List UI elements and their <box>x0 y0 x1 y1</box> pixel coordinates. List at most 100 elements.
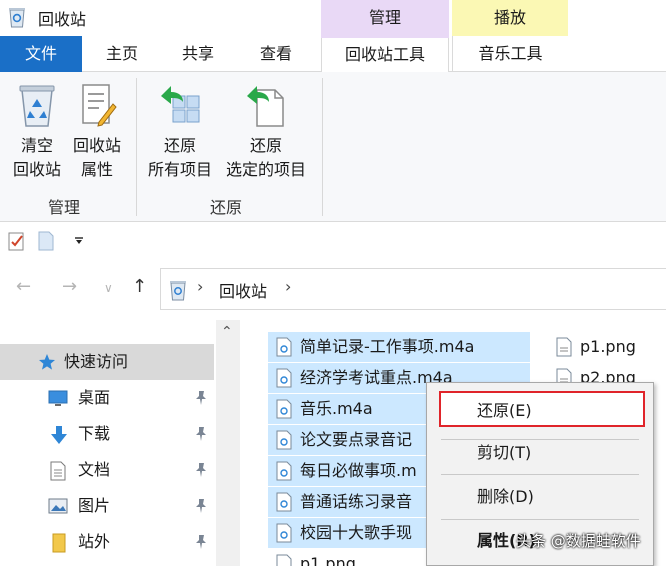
nav-item-desktop[interactable]: 桌面 <box>0 380 214 416</box>
audio-file-icon <box>276 461 292 481</box>
navigation-bar: ← → ∨ ↑ › 回收站 › <box>0 262 666 316</box>
chevron-down-icon[interactable] <box>74 237 84 245</box>
nav-item-pictures[interactable]: 图片 <box>0 488 214 524</box>
restore-all-line2: 所有项目 <box>147 160 212 179</box>
restore-all-icon <box>161 86 200 123</box>
watermark: 头条 @数据蛙软件 <box>516 532 641 550</box>
pin-icon[interactable] <box>194 498 208 514</box>
props-line1: 回收站 <box>72 136 121 155</box>
audio-file-icon <box>276 399 292 419</box>
nav-item-label: 文档 <box>78 460 111 479</box>
file-name: p1.png <box>580 337 636 356</box>
tab-view[interactable]: 查看 <box>244 36 308 72</box>
menu-item-delete[interactable]: 删除(D) <box>427 479 653 515</box>
document-icon <box>50 461 66 481</box>
audio-file-icon <box>276 430 292 450</box>
props-line2: 属性 <box>80 160 113 179</box>
context-tab-play: 播放 <box>452 0 568 36</box>
image-file-icon <box>556 337 572 357</box>
recent-locations-icon[interactable]: ∨ <box>104 281 113 295</box>
file-name: 简单记录-工作事项.m4a <box>300 337 475 356</box>
restore-sel-line1: 还原 <box>249 136 282 155</box>
forward-arrow-icon[interactable]: → <box>62 276 77 297</box>
properties-icon <box>82 84 117 127</box>
tab-home[interactable]: 主页 <box>90 36 154 72</box>
file-name: 每日必做事项.m <box>300 461 417 480</box>
desktop-icon <box>48 390 68 406</box>
empty-recycle-bin-button[interactable]: 清空 回收站 <box>8 82 66 182</box>
audio-file-icon <box>276 492 292 512</box>
menu-separator <box>441 519 639 520</box>
file-item[interactable]: 简单记录-工作事项.m4a <box>268 332 530 362</box>
image-file-icon <box>276 554 292 566</box>
nav-item-label: 快速访问 <box>64 352 129 371</box>
pin-icon[interactable] <box>194 426 208 442</box>
file-name: 论文要点录音记 <box>300 430 413 449</box>
menu-item-restore[interactable]: 还原(E) <box>439 391 645 427</box>
nav-scrollbar[interactable]: ⌃ <box>216 320 240 566</box>
audio-file-icon <box>276 368 292 388</box>
pin-icon[interactable] <box>194 534 208 550</box>
group-label-manage: 管理 <box>48 198 81 217</box>
new-folder-icon[interactable] <box>38 231 54 251</box>
ribbon-tabs: 文件 主页 共享 查看 回收站工具 音乐工具 <box>0 35 666 73</box>
context-tab-manage: 管理 <box>321 0 449 36</box>
nav-item-quick-access[interactable]: 快速访问 <box>0 344 214 380</box>
nav-item-label: 下载 <box>78 424 111 443</box>
tab-music-tools[interactable]: 音乐工具 <box>452 36 568 72</box>
star-icon <box>39 354 55 370</box>
nav-item-label: 桌面 <box>78 388 111 407</box>
breadcrumb-chevron-icon[interactable]: › <box>197 277 203 296</box>
audio-file-icon <box>276 523 292 543</box>
recycle-bin-icon <box>19 85 55 127</box>
restore-all-button[interactable]: 还原 所有项目 <box>142 82 218 182</box>
breadcrumb-recycle-bin[interactable]: 回收站 <box>219 278 267 302</box>
nav-item-label: 站外 <box>78 532 111 551</box>
nav-item-zhanwai[interactable]: 站外 <box>0 524 214 560</box>
properties-icon[interactable] <box>8 231 26 251</box>
recycle-bin-properties-button[interactable]: 回收站 属性 <box>68 82 126 182</box>
download-icon <box>51 426 67 444</box>
file-name: 校园十大歌手现 <box>300 523 413 542</box>
empty-line2: 回收站 <box>12 160 61 179</box>
audio-file-icon <box>276 337 292 357</box>
pictures-icon <box>48 498 68 514</box>
address-bar[interactable]: › 回收站 › <box>160 268 666 310</box>
restore-sel-line2: 选定的项目 <box>225 160 306 179</box>
ribbon-divider <box>136 78 137 216</box>
pin-icon[interactable] <box>194 390 208 406</box>
back-arrow-icon[interactable]: ← <box>16 276 31 297</box>
ribbon-divider <box>322 78 323 216</box>
quick-access-toolbar <box>0 223 666 261</box>
tab-recycle-bin-tools[interactable]: 回收站工具 <box>321 35 449 73</box>
chevron-up-icon[interactable]: ⌃ <box>221 324 233 340</box>
ribbon: 清空 回收站 回收站 属性 管理 还原 所有项目 还原 选定的项目 还原 <box>0 72 666 222</box>
folder-icon <box>52 533 66 553</box>
file-name: 普通话练习录音 <box>300 492 413 511</box>
nav-item-downloads[interactable]: 下载 <box>0 416 214 452</box>
restore-selected-icon <box>247 86 284 127</box>
up-arrow-icon[interactable]: ↑ <box>132 276 147 297</box>
tab-share[interactable]: 共享 <box>166 36 230 72</box>
empty-line1: 清空 <box>20 136 53 155</box>
nav-item-documents[interactable]: 文档 <box>0 452 214 488</box>
menu-item-label: 删除(D) <box>477 487 534 506</box>
menu-item-cut[interactable]: 剪切(T) <box>427 435 653 471</box>
file-name: p1.png <box>300 554 356 566</box>
pin-icon[interactable] <box>194 462 208 478</box>
restore-selected-button[interactable]: 还原 选定的项目 <box>220 82 312 182</box>
restore-all-line1: 还原 <box>163 136 196 155</box>
tab-file[interactable]: 文件 <box>0 36 82 72</box>
recycle-bin-icon <box>170 281 186 301</box>
navigation-pane: 快速访问 桌面 下载 文档 图片 站外 ⌃ <box>0 320 240 566</box>
breadcrumb-chevron-icon[interactable]: › <box>285 277 291 296</box>
window-title: 回收站 <box>38 10 87 29</box>
menu-item-label: 还原(E) <box>477 401 532 420</box>
menu-item-label: 剪切(T) <box>477 443 532 462</box>
group-label-restore: 还原 <box>210 198 243 217</box>
menu-separator <box>441 474 639 475</box>
file-name: 音乐.m4a <box>300 399 373 418</box>
file-item[interactable]: p1.png <box>548 332 666 362</box>
nav-item-label: 图片 <box>78 496 111 515</box>
title-bar: 回收站 管理 播放 <box>0 0 666 36</box>
